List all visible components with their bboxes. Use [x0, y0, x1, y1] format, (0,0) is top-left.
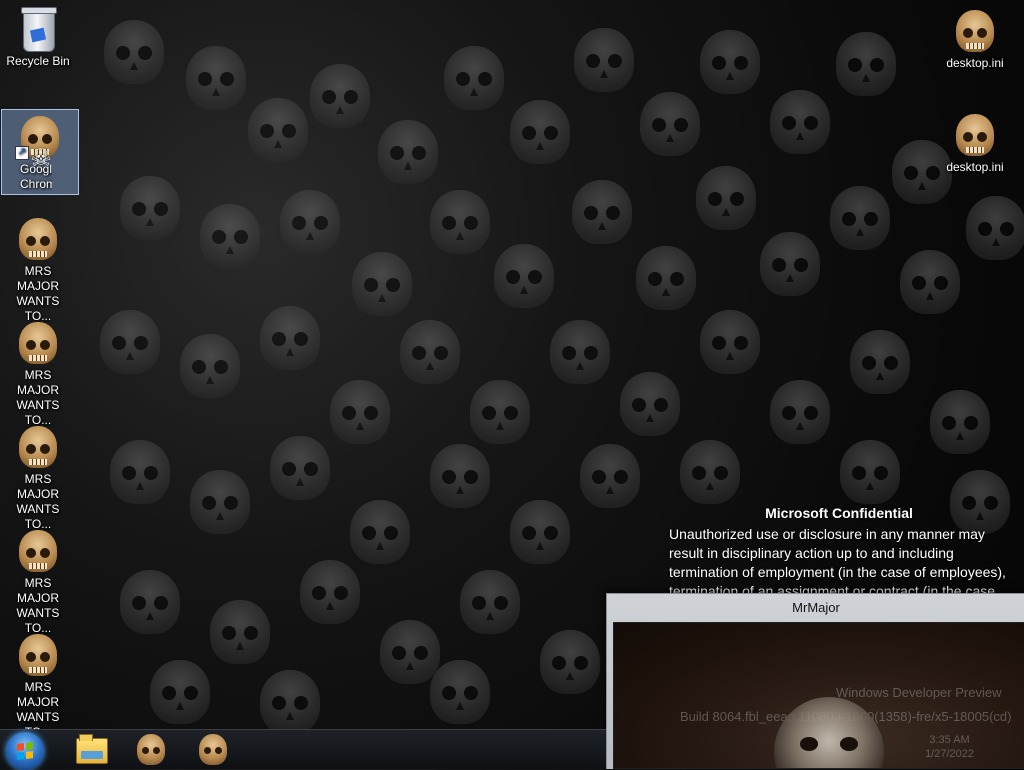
desktop-icon-mrs-major[interactable]: MRS MAJOR WANTS TO... — [2, 316, 74, 427]
wallpaper-skull — [636, 246, 696, 310]
window-content: Windows Developer Preview Build 8064.fbl… — [613, 622, 1024, 769]
wallpaper-skull — [770, 90, 830, 154]
wallpaper-skull — [186, 46, 246, 110]
wallpaper-skull — [330, 380, 390, 444]
wallpaper-skull — [260, 306, 320, 370]
wallpaper-skull — [550, 320, 610, 384]
mrmajor-window[interactable]: MrMajor Windows Developer Preview Build … — [606, 593, 1024, 769]
wallpaper-skull — [352, 252, 412, 316]
wallpaper-skull — [200, 204, 260, 268]
wallpaper-skull — [700, 30, 760, 94]
wallpaper-skull — [966, 196, 1024, 260]
skull-icon — [15, 424, 61, 470]
wallpaper-skull — [900, 250, 960, 314]
shortcut-arrow-icon: ↗ — [15, 146, 29, 160]
skull-icon — [15, 632, 61, 678]
skull-icon — [199, 734, 227, 765]
desktop-icon-label: desktop.ini — [946, 160, 1004, 174]
wallpaper-skull — [930, 390, 990, 454]
wallpaper-skull — [260, 670, 320, 734]
wallpaper-skull — [770, 380, 830, 444]
desktop-icon-label: MRS MAJOR WANTS TO... — [16, 576, 60, 635]
window-title: MrMajor — [792, 600, 840, 615]
wallpaper-skull — [696, 166, 756, 230]
desktop-icon-desktop-ini[interactable]: desktop.ini — [939, 4, 1011, 74]
wallpaper-skull — [180, 334, 240, 398]
desktop-icon-mrs-major[interactable]: MRS MAJOR WANTS TO... — [2, 524, 74, 635]
desktop-icon-desktop-ini[interactable]: desktop.ini — [939, 108, 1011, 178]
desktop-icon-label: MRS MAJOR WANTS TO... — [16, 472, 60, 531]
crossbones-cursor-icon: ☠ — [30, 145, 52, 172]
wallpaper-skull — [430, 660, 490, 724]
wallpaper-skull — [350, 500, 410, 564]
wallpaper-skull — [460, 570, 520, 634]
wallpaper-skull — [620, 372, 680, 436]
creepy-face-image — [774, 697, 884, 768]
taskbar-skull-button[interactable] — [126, 732, 174, 768]
wallpaper-skull — [510, 500, 570, 564]
windows-start-icon[interactable] — [6, 732, 44, 770]
desktop-icon-google-chrome[interactable]: ↗ Google Chrome ☠ — [1, 109, 79, 195]
wallpaper-skull — [190, 470, 250, 534]
wallpaper-skull — [572, 180, 632, 244]
wallpaper-skull — [680, 440, 740, 504]
wallpaper-skull — [380, 620, 440, 684]
desktop-icon-label: Recycle Bin — [6, 54, 70, 68]
wallpaper-skull — [400, 320, 460, 384]
desktop-icon-label: desktop.ini — [946, 56, 1004, 70]
taskbar-skull-button[interactable] — [188, 732, 236, 768]
notice-title: Microsoft Confidential — [765, 505, 913, 521]
desktop-icon-mrs-major[interactable]: MRS MAJOR WANTS TO... — [2, 628, 74, 739]
wallpaper-skull — [378, 120, 438, 184]
wallpaper-skull — [210, 600, 270, 664]
wallpaper-skull — [574, 28, 634, 92]
desktop-icon-recycle-bin[interactable]: Recycle Bin — [2, 2, 74, 76]
wallpaper-skull — [444, 46, 504, 110]
skull-icon — [952, 8, 998, 54]
window-title-bar[interactable]: MrMajor — [607, 594, 1024, 622]
skull-icon — [15, 528, 61, 574]
wallpaper-skull — [104, 20, 164, 84]
skull-icon — [952, 112, 998, 158]
wallpaper-skull — [840, 440, 900, 504]
faint-clock: 3:35 AM 1/27/2022 — [925, 733, 974, 761]
recycle-bin-icon — [15, 6, 61, 52]
faint-date: 1/27/2022 — [925, 748, 974, 760]
faint-watermark-line1: Windows Developer Preview — [836, 685, 1002, 700]
wallpaper-skull — [700, 310, 760, 374]
wallpaper-skull — [150, 660, 210, 724]
wallpaper-skull — [300, 560, 360, 624]
wallpaper-skull — [120, 176, 180, 240]
wallpaper-skull — [430, 444, 490, 508]
wallpaper-skull — [310, 64, 370, 128]
wallpaper-skull — [100, 310, 160, 374]
wallpaper-skull — [510, 100, 570, 164]
file-explorer-icon — [76, 734, 108, 764]
wallpaper-skull — [280, 190, 340, 254]
wallpaper-skull — [470, 380, 530, 444]
wallpaper-skull — [760, 232, 820, 296]
wallpaper-skull — [120, 570, 180, 634]
wallpaper-skull — [110, 440, 170, 504]
wallpaper-skull — [836, 32, 896, 96]
desktop-icon-label: MRS MAJOR WANTS TO... — [16, 368, 60, 427]
wallpaper-skull — [850, 330, 910, 394]
wallpaper-skull — [270, 436, 330, 500]
wallpaper-skull — [540, 630, 600, 694]
taskbar — [0, 729, 606, 770]
wallpaper-skull — [640, 92, 700, 156]
wallpaper-skull — [580, 444, 640, 508]
taskbar-file-explorer-button[interactable] — [64, 732, 112, 768]
wallpaper-skull — [248, 98, 308, 162]
desktop-icon-label: MRS MAJOR WANTS TO... — [16, 264, 60, 323]
desktop-icon-mrs-major[interactable]: MRS MAJOR WANTS TO... — [2, 212, 74, 323]
faint-time: 3:35 AM — [929, 734, 970, 746]
skull-icon — [15, 216, 61, 262]
wallpaper-skull — [494, 244, 554, 308]
wallpaper-skull — [430, 190, 490, 254]
skull-icon — [137, 734, 165, 765]
skull-icon — [15, 320, 61, 366]
wallpaper-skull — [830, 186, 890, 250]
desktop-icon-mrs-major[interactable]: MRS MAJOR WANTS TO... — [2, 420, 74, 531]
